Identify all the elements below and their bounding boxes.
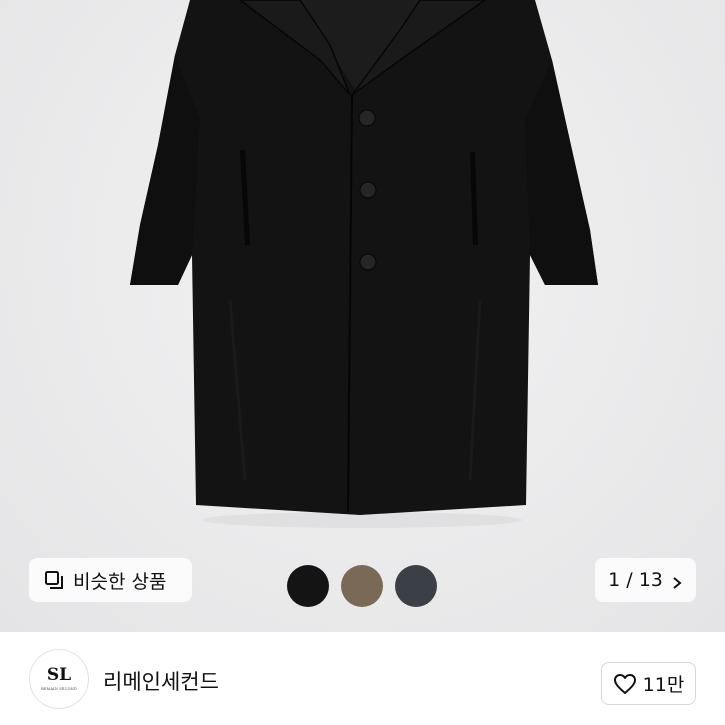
page-indicator-text: 1 / 13 bbox=[608, 569, 663, 591]
logo-monogram: SL bbox=[46, 665, 72, 685]
swatch-brown[interactable] bbox=[341, 565, 383, 607]
product-image[interactable] bbox=[0, 0, 725, 632]
stack-icon bbox=[43, 569, 65, 591]
logo-text: REMAIN SECOND bbox=[41, 687, 77, 691]
store-name[interactable]: 리메인세컨드 bbox=[103, 666, 219, 696]
similar-products-button[interactable]: 비슷한 상품 bbox=[29, 558, 192, 602]
store-bar: SL REMAIN SECOND 리메인세컨드 11만 bbox=[0, 632, 725, 725]
like-button[interactable]: 11만 bbox=[601, 662, 696, 705]
image-page-indicator[interactable]: 1 / 13 bbox=[595, 558, 696, 602]
coat-illustration bbox=[130, 0, 598, 528]
chevron-right-icon bbox=[671, 573, 683, 589]
heart-icon bbox=[613, 673, 637, 695]
similar-products-label: 비슷한 상품 bbox=[73, 570, 167, 593]
color-swatches bbox=[287, 565, 437, 607]
like-count: 11만 bbox=[642, 674, 685, 696]
swatch-black[interactable] bbox=[287, 565, 329, 607]
swatch-charcoal[interactable] bbox=[395, 565, 437, 607]
store-logo[interactable]: SL REMAIN SECOND bbox=[29, 649, 89, 709]
